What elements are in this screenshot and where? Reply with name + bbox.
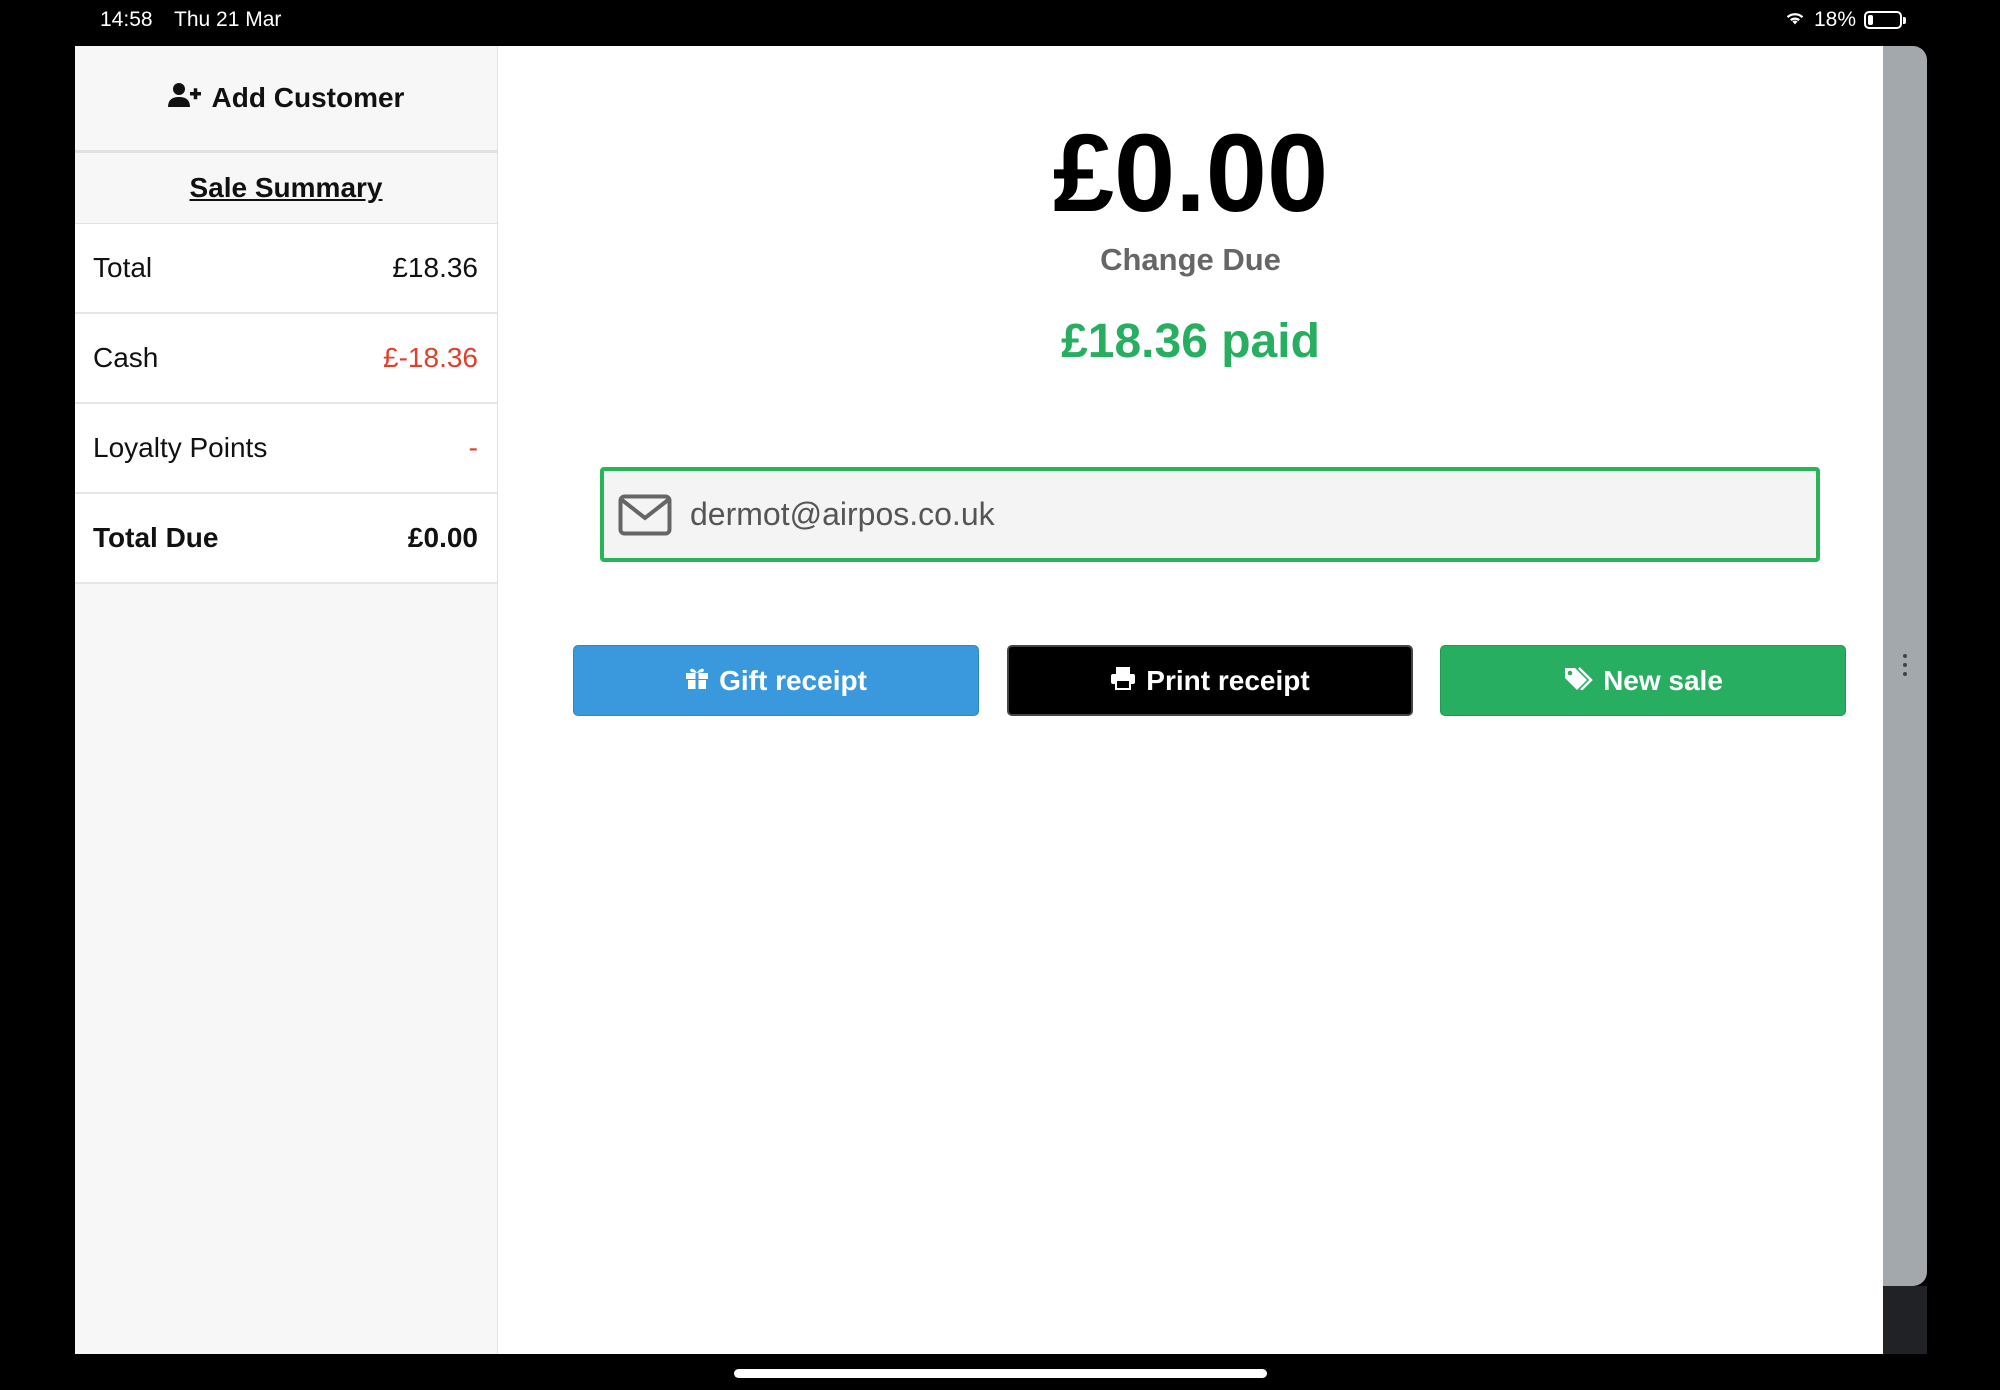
new-sale-button[interactable]: New sale <box>1440 645 1846 716</box>
row-label: Total Due <box>93 522 219 553</box>
status-right: 18% <box>1784 8 1906 32</box>
change-amount: £0.00 <box>1052 112 1329 235</box>
status-date: Thu 21 Mar <box>174 8 282 31</box>
print-receipt-button[interactable]: Print receipt <box>1007 645 1413 716</box>
wifi-icon <box>1784 8 1806 32</box>
summary-row-loyalty: Loyalty Points - <box>75 404 497 494</box>
row-label: Total <box>93 252 153 283</box>
main-panel: £0.00 Change Due £18.36 paid Gif <box>498 46 1883 1354</box>
drag-handle-icon[interactable] <box>1903 654 1907 681</box>
home-indicator[interactable] <box>734 1369 1267 1378</box>
change-due-label: Change Due <box>1100 242 1281 277</box>
row-value: £0.00 <box>407 522 478 553</box>
email-field[interactable] <box>600 467 1820 562</box>
summary-row-total-due: Total Due £0.00 <box>75 494 497 584</box>
print-receipt-label: Print receipt <box>1146 664 1310 696</box>
paid-amount: £18.36 paid <box>1061 315 1320 368</box>
battery-icon <box>1864 11 1906 29</box>
printer-icon <box>1110 665 1136 697</box>
gift-receipt-button[interactable]: Gift receipt <box>573 645 979 716</box>
tags-icon <box>1563 665 1593 697</box>
add-customer-label: Add Customer <box>211 82 405 113</box>
battery-percent: 18% <box>1813 8 1856 31</box>
new-sale-label: New sale <box>1603 664 1723 696</box>
pos-app: Add Customer Sale Summary Total £18.36 C… <box>75 46 1883 1354</box>
summary-row-total: Total £18.36 <box>75 224 497 314</box>
scroll-footer <box>1883 1286 1927 1354</box>
sale-summary-title: Sale Summary <box>75 153 497 224</box>
user-plus-icon <box>167 82 202 115</box>
sidebar: Add Customer Sale Summary Total £18.36 C… <box>75 46 498 1354</box>
side-scrollbar[interactable] <box>1883 46 1927 1286</box>
gift-icon <box>685 665 709 697</box>
row-value: £-18.36 <box>383 342 478 373</box>
row-label: Loyalty Points <box>93 432 268 463</box>
envelope-icon <box>618 493 674 537</box>
gift-receipt-label: Gift receipt <box>719 664 867 696</box>
row-label: Cash <box>93 342 159 373</box>
battery-level <box>1868 15 1873 25</box>
row-value: - <box>468 432 478 463</box>
add-customer-button[interactable]: Add Customer <box>75 46 497 153</box>
summary-row-cash: Cash £-18.36 <box>75 314 497 404</box>
row-value: £18.36 <box>392 252 478 283</box>
email-input[interactable] <box>688 495 1792 534</box>
status-bar: 14:58 Thu 21 Mar 18% <box>0 0 2000 44</box>
status-time: 14:58 <box>100 8 153 31</box>
